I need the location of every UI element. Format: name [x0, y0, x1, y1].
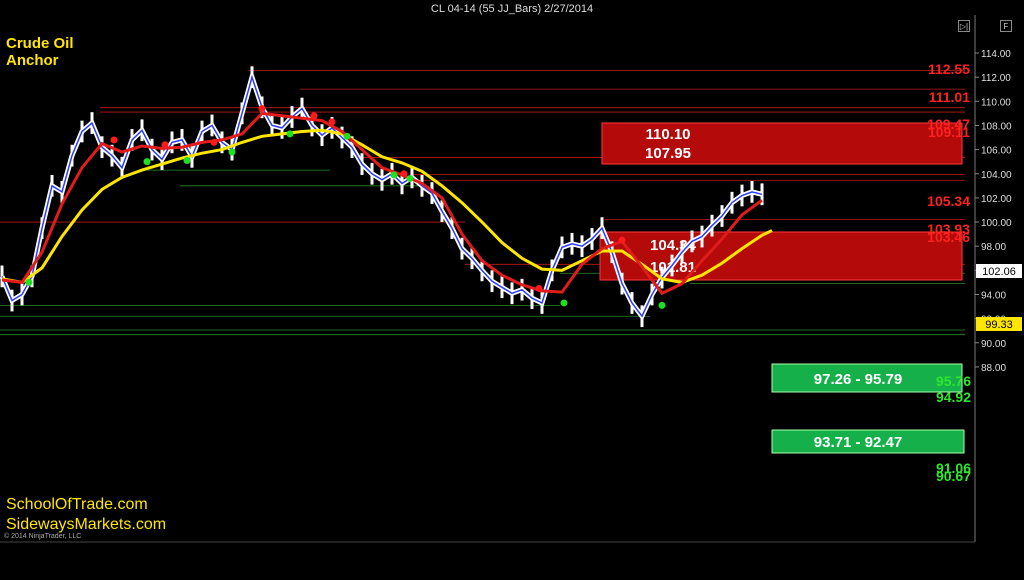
y-tick-label: 98.00: [981, 242, 1006, 253]
current-price-label: 102.06: [982, 266, 1016, 278]
y-tick-label: 102.00: [981, 194, 1012, 205]
green-level-label: 95.76: [936, 373, 971, 389]
swing-low-dot: [143, 158, 151, 166]
y-tick-label: 100.00: [981, 218, 1012, 229]
y-tick-label: 104.00: [981, 170, 1012, 181]
swing-low-dot: [286, 130, 294, 138]
swing-low-dot: [343, 132, 351, 140]
red-level-label: 111.01: [929, 89, 970, 105]
red-level-label: 105.34: [927, 193, 970, 209]
series-group: [0, 66, 773, 328]
swing-high-dot: [535, 284, 543, 292]
brand-line2: Anchor: [6, 52, 59, 69]
swing-high-dot: [310, 112, 318, 120]
y-tick-label: 106.00: [981, 146, 1012, 157]
green-zone-lower-label: 93.71 - 92.47: [814, 434, 902, 451]
swing-low-dot: [228, 148, 236, 156]
y-tick-label: 112.00: [981, 73, 1011, 84]
red-level-label: 112.55: [928, 61, 970, 77]
swing-high-dot: [400, 170, 408, 178]
swing-low-dot: [390, 171, 398, 179]
green-zone-upper-label: 97.26 - 95.79: [814, 371, 902, 388]
y-tick-label: 114.00: [981, 49, 1011, 60]
swing-high-dot: [110, 136, 118, 144]
swing-low-dot: [25, 278, 33, 286]
y-tick-label: 88.00: [981, 363, 1006, 374]
yellow-ma-label: 99.33: [985, 319, 1013, 331]
green-level-label: 90.67: [936, 468, 971, 484]
swing-low-dot: [560, 299, 568, 307]
brand-site2[interactable]: SidewaysMarkets.com: [6, 516, 166, 533]
y-tick-label: 108.00: [981, 121, 1012, 132]
red-level-label: 103.46: [927, 229, 970, 245]
swing-high-dot: [210, 138, 218, 146]
swing-high-dot: [328, 118, 336, 126]
red-zone-upper-top: 110.10: [645, 126, 690, 143]
brand-line1: Crude Oil: [6, 35, 74, 52]
swing-high-dot: [258, 105, 266, 113]
swing-high-dot: [618, 236, 626, 244]
red-zone-upper-bottom: 107.95: [645, 145, 691, 162]
swing-low-dot: [658, 301, 666, 309]
swing-high-dot: [161, 141, 169, 149]
y-tick-label: 110.00: [981, 97, 1011, 108]
level-lines: [0, 70, 965, 336]
y-tick-label: 94.00: [981, 291, 1006, 302]
price-chart[interactable]: 110.10 107.95 104.34 101.81 97.26 - 95.7…: [0, 0, 1024, 580]
swing-low-dot: [406, 175, 414, 183]
swing-low-dot: [183, 156, 191, 164]
brand-site1[interactable]: SchoolOfTrade.com: [6, 496, 148, 513]
red-level-label: 109.11: [928, 124, 970, 140]
copyright: © 2014 NinjaTrader, LLC: [4, 532, 81, 540]
y-tick-label: 90.00: [981, 339, 1006, 350]
green-level-label: 94.92: [936, 389, 971, 405]
